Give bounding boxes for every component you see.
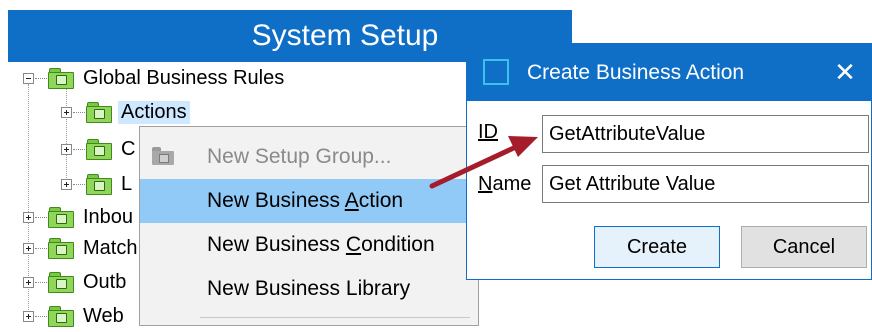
folder-icon (48, 207, 74, 228)
folder-icon (86, 139, 112, 160)
expand-toggle-icon[interactable] (61, 178, 72, 190)
menu-item-new-business-action[interactable]: New Business Action (140, 179, 478, 223)
folder-icon (86, 102, 112, 123)
create-button[interactable]: Create (594, 226, 720, 268)
context-menu: New Setup Group... New Business Action N… (139, 126, 479, 326)
expand-toggle-icon[interactable] (61, 143, 72, 155)
name-label-accel: N (478, 173, 493, 195)
tree-node-label: Match (83, 236, 138, 259)
expand-toggle-icon[interactable] (61, 106, 72, 118)
menu-item-label: New Business Action (207, 189, 404, 212)
expand-toggle-icon[interactable] (23, 211, 34, 223)
name-label-rest: ame (492, 173, 532, 195)
menu-item-label: New Setup Group... (207, 145, 392, 168)
menu-item-new-business-condition[interactable]: New Business Condition (140, 223, 478, 267)
tree-node-label: Inbou (83, 205, 134, 228)
menu-item-label: New Business Condition (207, 233, 435, 256)
tree-node-web[interactable]: Web (23, 300, 127, 332)
tree-node-label: Web (83, 304, 124, 327)
tree-node-libraries[interactable]: L (61, 168, 135, 200)
menu-item-label: New Business Library (207, 277, 411, 300)
tree-node-label: Outb (83, 270, 127, 293)
dialog-title: Create Business Action (527, 61, 745, 84)
id-label: ID (478, 121, 498, 144)
tree-node-inbound[interactable]: Inbou (23, 201, 136, 233)
menu-item-new-business-library[interactable]: New Business Library (140, 267, 478, 311)
expand-toggle-icon[interactable] (23, 276, 34, 288)
folder-icon (86, 174, 112, 195)
folder-icon (48, 272, 74, 293)
tree-node-label: L (121, 172, 133, 195)
tree-node-global-business-rules[interactable]: Global Business Rules (23, 62, 287, 94)
menu-separator (200, 317, 470, 318)
tree-node-conditions[interactable]: C (61, 133, 138, 165)
expand-toggle-icon[interactable] (23, 310, 34, 322)
close-button[interactable]: ✕ (819, 44, 871, 101)
access-key: C (345, 233, 362, 256)
create-business-action-dialog: Create Business Action ✕ ID Name Create … (466, 43, 872, 280)
tree-node-label: Actions (118, 100, 190, 124)
collapse-toggle-icon[interactable] (23, 72, 34, 84)
expand-toggle-icon[interactable] (23, 242, 34, 254)
name-label: Name (478, 173, 531, 196)
folder-icon (48, 68, 74, 89)
tree-node-actions[interactable]: Actions (61, 96, 190, 128)
cancel-button[interactable]: Cancel (741, 226, 867, 268)
dialog-titlebar[interactable]: Create Business Action ✕ (467, 44, 871, 101)
menu-item-new-setup-group[interactable]: New Setup Group... (140, 135, 478, 179)
tree-node-outbound[interactable]: Outb (23, 266, 129, 298)
id-label-text: ID (478, 121, 498, 143)
name-field[interactable] (542, 165, 869, 203)
tree-node-match[interactable]: Match (23, 232, 140, 264)
app-icon (483, 59, 509, 85)
tree-node-label: Global Business Rules (83, 66, 285, 89)
folder-icon (48, 306, 74, 327)
id-field[interactable] (542, 115, 869, 153)
tree-node-label: C (121, 137, 136, 160)
system-setup-title: System Setup (251, 19, 439, 52)
access-key: A (344, 189, 359, 212)
folder-icon (48, 238, 74, 259)
